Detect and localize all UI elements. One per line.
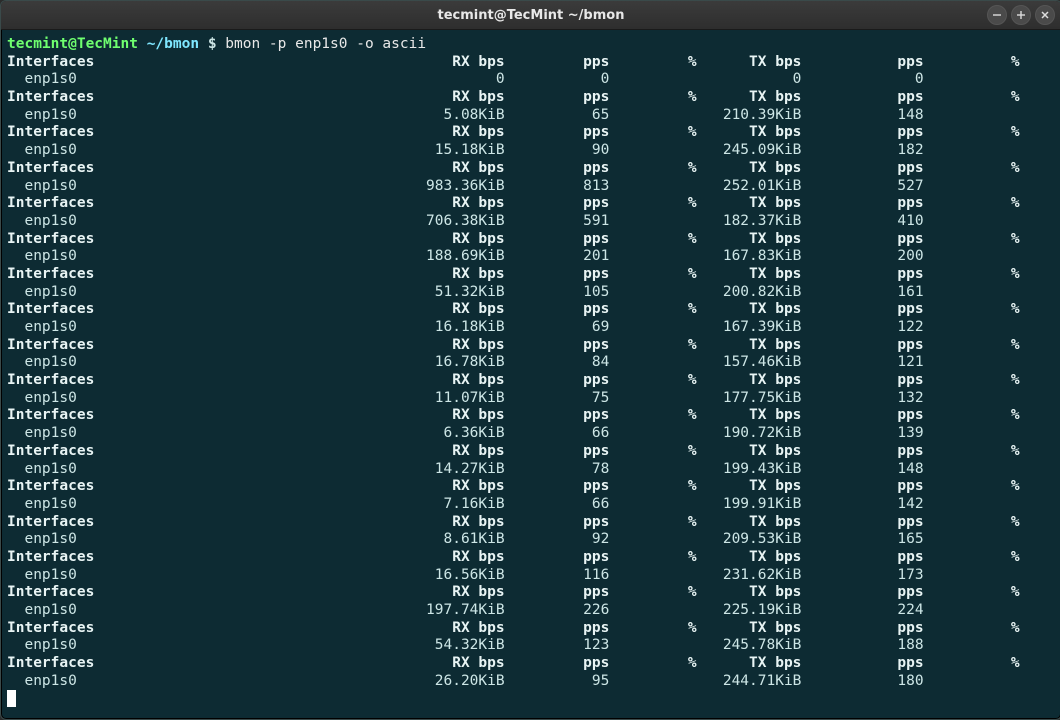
window-controls [987,5,1055,25]
table-header: Interfaces RX bps pps % TX bps pps % [7,514,1020,530]
table-row: enp1s0 16.78KiB 84 157.46KiB 121 [7,354,1020,370]
table-row: enp1s0 983.36KiB 813 252.01KiB 527 [7,178,1020,194]
table-row: enp1s0 197.74KiB 226 225.19KiB 224 [7,602,1020,618]
table-header: Interfaces RX bps pps % TX bps pps % [7,231,1020,247]
table-header: Interfaces RX bps pps % TX bps pps % [7,584,1020,600]
minimize-button[interactable] [987,5,1007,25]
table-header: Interfaces RX bps pps % TX bps pps % [7,301,1020,317]
table-row: enp1s0 14.27KiB 78 199.43KiB 148 [7,461,1020,477]
table-header: Interfaces RX bps pps % TX bps pps % [7,443,1020,459]
table-row: enp1s0 51.32KiB 105 200.82KiB 161 [7,284,1020,300]
table-row: enp1s0 706.38KiB 591 182.37KiB 410 [7,213,1020,229]
table-row: enp1s0 188.69KiB 201 167.83KiB 200 [7,248,1020,264]
terminal-window: tecmint@TecMint ~/bmon tecmint@TecMint ~… [0,0,1060,720]
table-row: enp1s0 26.20KiB 95 244.71KiB 180 [7,673,1020,689]
table-row: enp1s0 5.08KiB 65 210.39KiB 148 [7,107,1020,123]
table-header: Interfaces RX bps pps % TX bps pps % [7,620,1020,636]
table-row: enp1s0 6.36KiB 66 190.72KiB 139 [7,425,1020,441]
prompt-user: tecmint@TecMint [7,36,138,52]
table-row: enp1s0 54.32KiB 123 245.78KiB 188 [7,637,1020,653]
table-header: Interfaces RX bps pps % TX bps pps % [7,407,1020,423]
table-header: Interfaces RX bps pps % TX bps pps % [7,89,1020,105]
table-header: Interfaces RX bps pps % TX bps pps % [7,266,1020,282]
close-button[interactable] [1035,5,1055,25]
table-header: Interfaces RX bps pps % TX bps pps % [7,160,1020,176]
table-row: enp1s0 0 0 0 0 [7,71,1020,87]
table-row: enp1s0 16.18KiB 69 167.39KiB 122 [7,319,1020,335]
table-header: Interfaces RX bps pps % TX bps pps % [7,124,1020,140]
table-header: Interfaces RX bps pps % TX bps pps % [7,337,1020,353]
terminal-output[interactable]: tecmint@TecMint ~/bmon $ bmon -p enp1s0 … [1,30,1060,718]
table-header: Interfaces RX bps pps % TX bps pps % [7,54,1020,70]
maximize-button[interactable] [1011,5,1031,25]
table-row: enp1s0 16.56KiB 116 231.62KiB 173 [7,567,1020,583]
command-text: bmon -p enp1s0 -o ascii [225,36,426,52]
table-row: enp1s0 8.61KiB 92 209.53KiB 165 [7,531,1020,547]
table-header: Interfaces RX bps pps % TX bps pps % [7,478,1020,494]
table-header: Interfaces RX bps pps % TX bps pps % [7,372,1020,388]
table-header: Interfaces RX bps pps % TX bps pps % [7,549,1020,565]
cursor [7,690,16,707]
table-row: enp1s0 7.16KiB 66 199.91KiB 142 [7,496,1020,512]
table-row: enp1s0 11.07KiB 75 177.75KiB 132 [7,390,1020,406]
window-title: tecmint@TecMint ~/bmon [438,8,625,23]
prompt-dollar: $ [208,36,217,52]
table-header: Interfaces RX bps pps % TX bps pps % [7,195,1020,211]
table-row: enp1s0 15.18KiB 90 245.09KiB 182 [7,142,1020,158]
table-header: Interfaces RX bps pps % TX bps pps % [7,655,1020,671]
titlebar: tecmint@TecMint ~/bmon [1,1,1060,30]
prompt-path: ~/bmon [147,36,199,52]
